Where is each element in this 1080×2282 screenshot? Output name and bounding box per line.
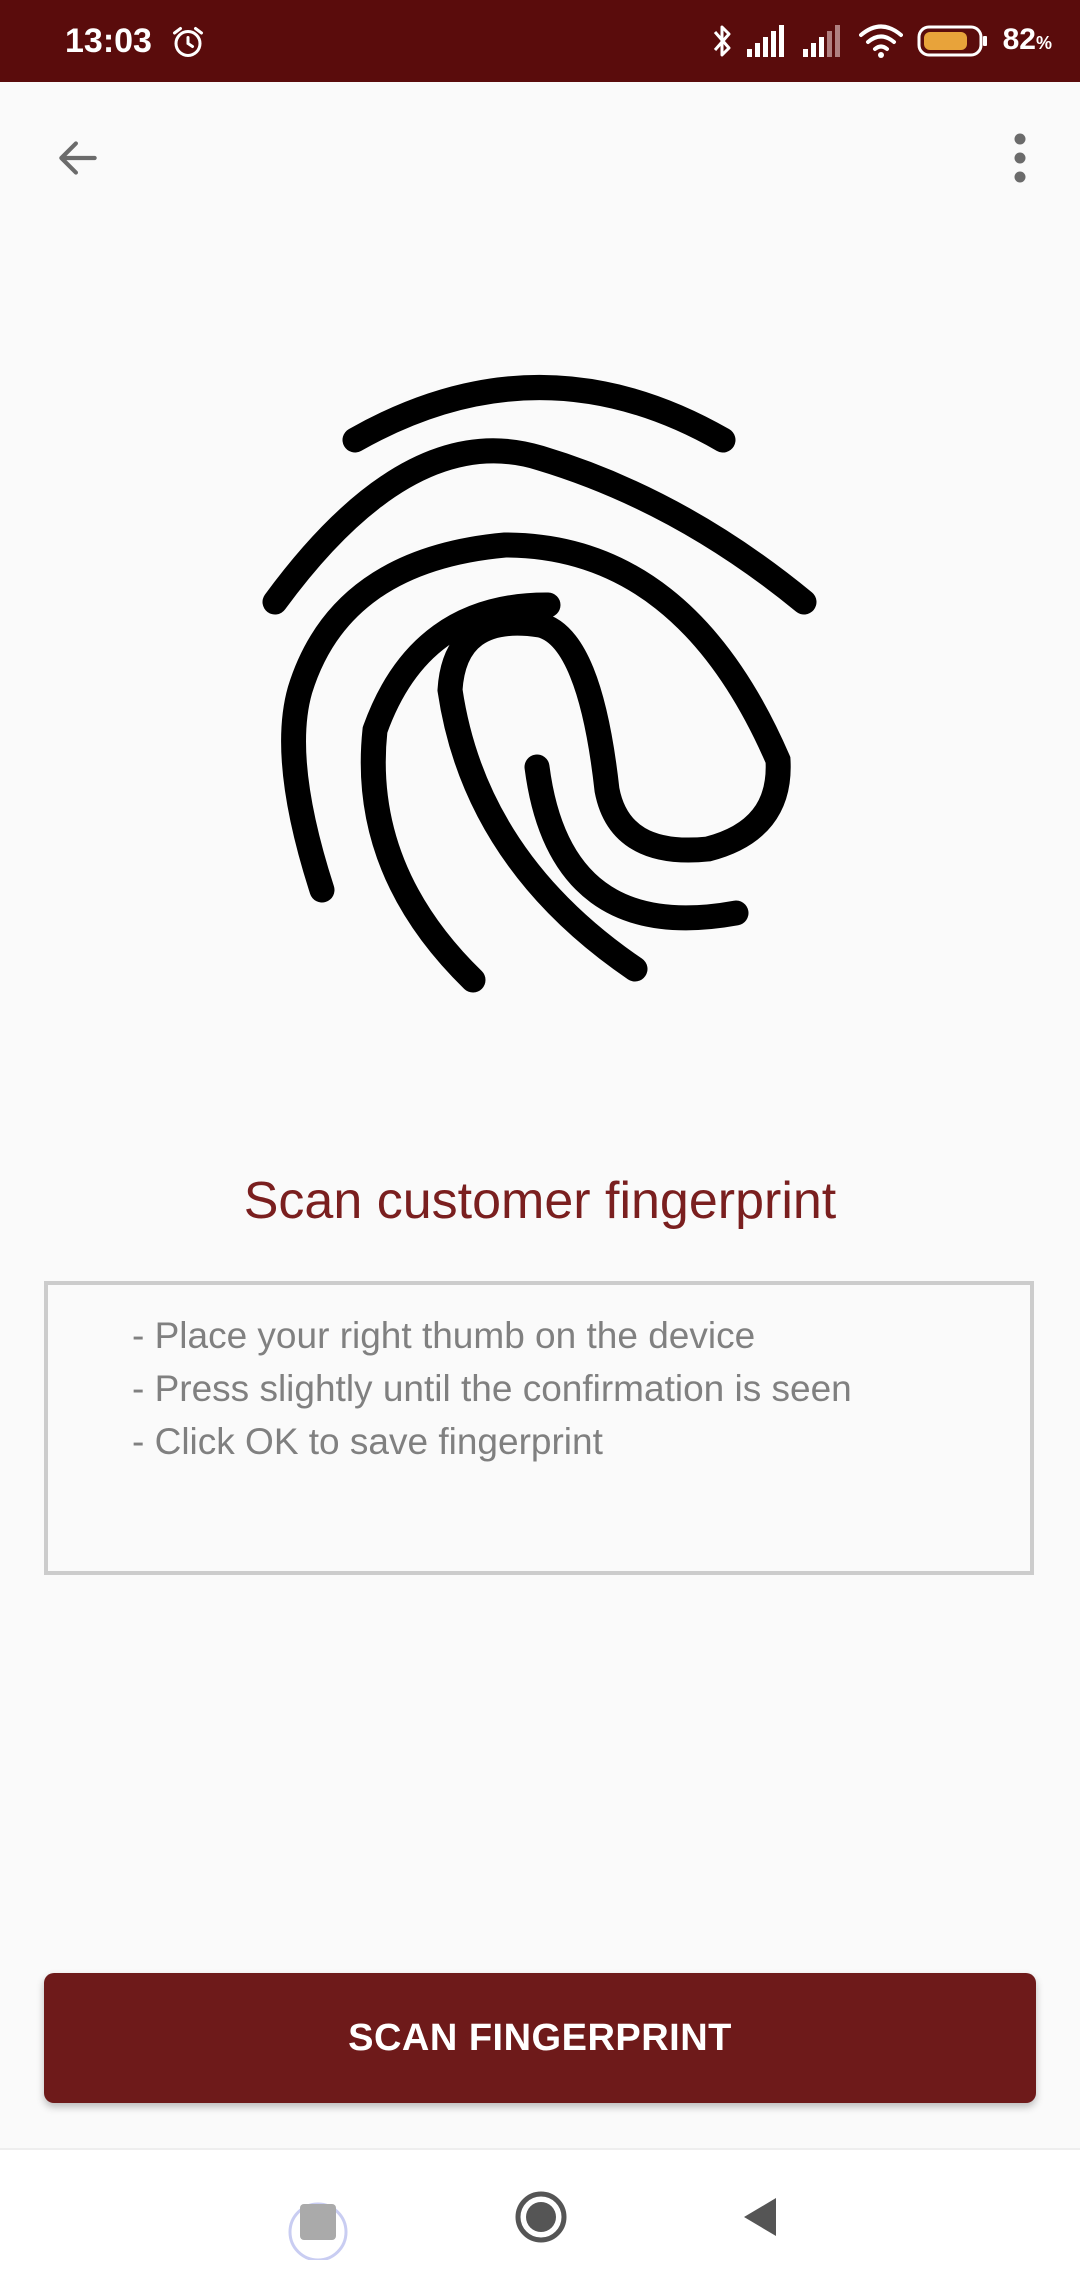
signal-icon [802,25,840,57]
back-button[interactable] [38,118,118,198]
alarm-icon [173,27,203,57]
instructions-box: - Place your right thumb on the device -… [44,1281,1034,1575]
status-icons: 82% [697,18,1052,64]
recents-icon[interactable] [286,2190,356,2260]
status-bar: 13:03 82% [0,0,1080,82]
battery-percentage-sign: % [1035,32,1052,53]
instruction-line: - Click OK to save fingerprint [132,1421,603,1462]
status-time: 13:03 [65,22,152,60]
home-icon[interactable] [508,2184,574,2250]
wifi-icon [858,24,903,58]
navigation-bar [0,2148,1080,2282]
fingerprint-icon [262,375,817,993]
arrow-back-icon [59,141,97,175]
more-options-button[interactable] [980,118,1060,198]
page-title: Scan customer fingerprint [243,1172,837,1230]
back-icon[interactable] [738,2194,782,2240]
more-vert-icon [1014,133,1026,183]
bluetooth-icon [713,25,731,57]
battery-percentage-value: 82 [1002,22,1036,56]
instruction-line: - Press slightly until the confirmation … [132,1368,852,1409]
battery-icon [917,25,987,57]
scan-fingerprint-button[interactable]: SCAN FINGERPRINT [44,1973,1036,2103]
battery-percentage: 82% [1003,17,1052,66]
signal-icon [746,25,784,57]
instruction-line: - Place your right thumb on the device [132,1315,756,1356]
